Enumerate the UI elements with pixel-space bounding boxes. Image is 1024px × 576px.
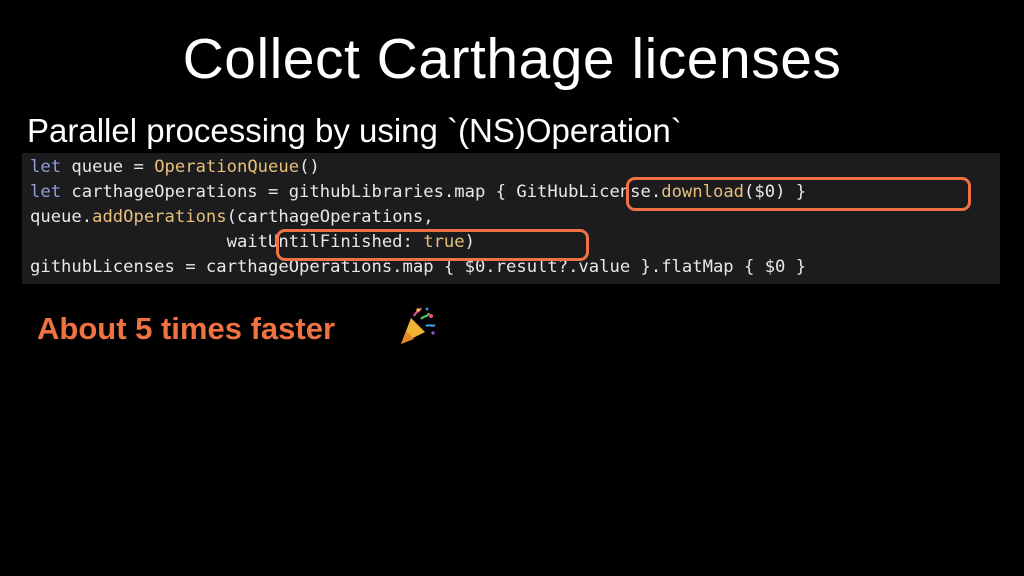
code-type: OperationQueue	[154, 157, 300, 177]
slide-subtitle: Parallel processing by using `(NS)Operat…	[27, 112, 682, 149]
code-text: carthageOperations = githubLibraries.map…	[61, 182, 517, 202]
code-keyword: let	[30, 157, 62, 177]
party-popper-icon	[401, 307, 436, 344]
code-line-1: let queue = OperationQueue()	[30, 155, 320, 180]
code-text: ()	[299, 157, 320, 177]
code-line-2: let carthageOperations = githubLibraries…	[30, 180, 806, 205]
code-text: waitUntilFinished:	[226, 232, 424, 252]
code-text: )	[464, 232, 475, 252]
code-line-4: waitUntilFinished: true)	[30, 230, 475, 255]
code-literal: true	[423, 232, 465, 252]
code-line-3: queue.addOperations(carthageOperations,	[30, 205, 434, 230]
code-line-5: githubLicenses = carthageOperations.map …	[30, 257, 807, 277]
code-text: ($0)	[744, 182, 786, 202]
code-text: (carthageOperations,	[226, 207, 434, 227]
code-text: queue =	[61, 157, 155, 177]
speedup-callout: About 5 times faster	[37, 311, 336, 346]
code-text: GitHubLicense.	[516, 182, 662, 202]
code-block: let queue = OperationQueue() let carthag…	[22, 153, 1000, 284]
code-text: queue.	[30, 207, 93, 227]
code-method: addOperations	[92, 207, 227, 227]
code-method: download	[661, 182, 745, 202]
slide-title: Collect Carthage licenses	[182, 27, 842, 91]
code-text: }	[785, 182, 807, 202]
code-keyword: let	[30, 182, 62, 202]
